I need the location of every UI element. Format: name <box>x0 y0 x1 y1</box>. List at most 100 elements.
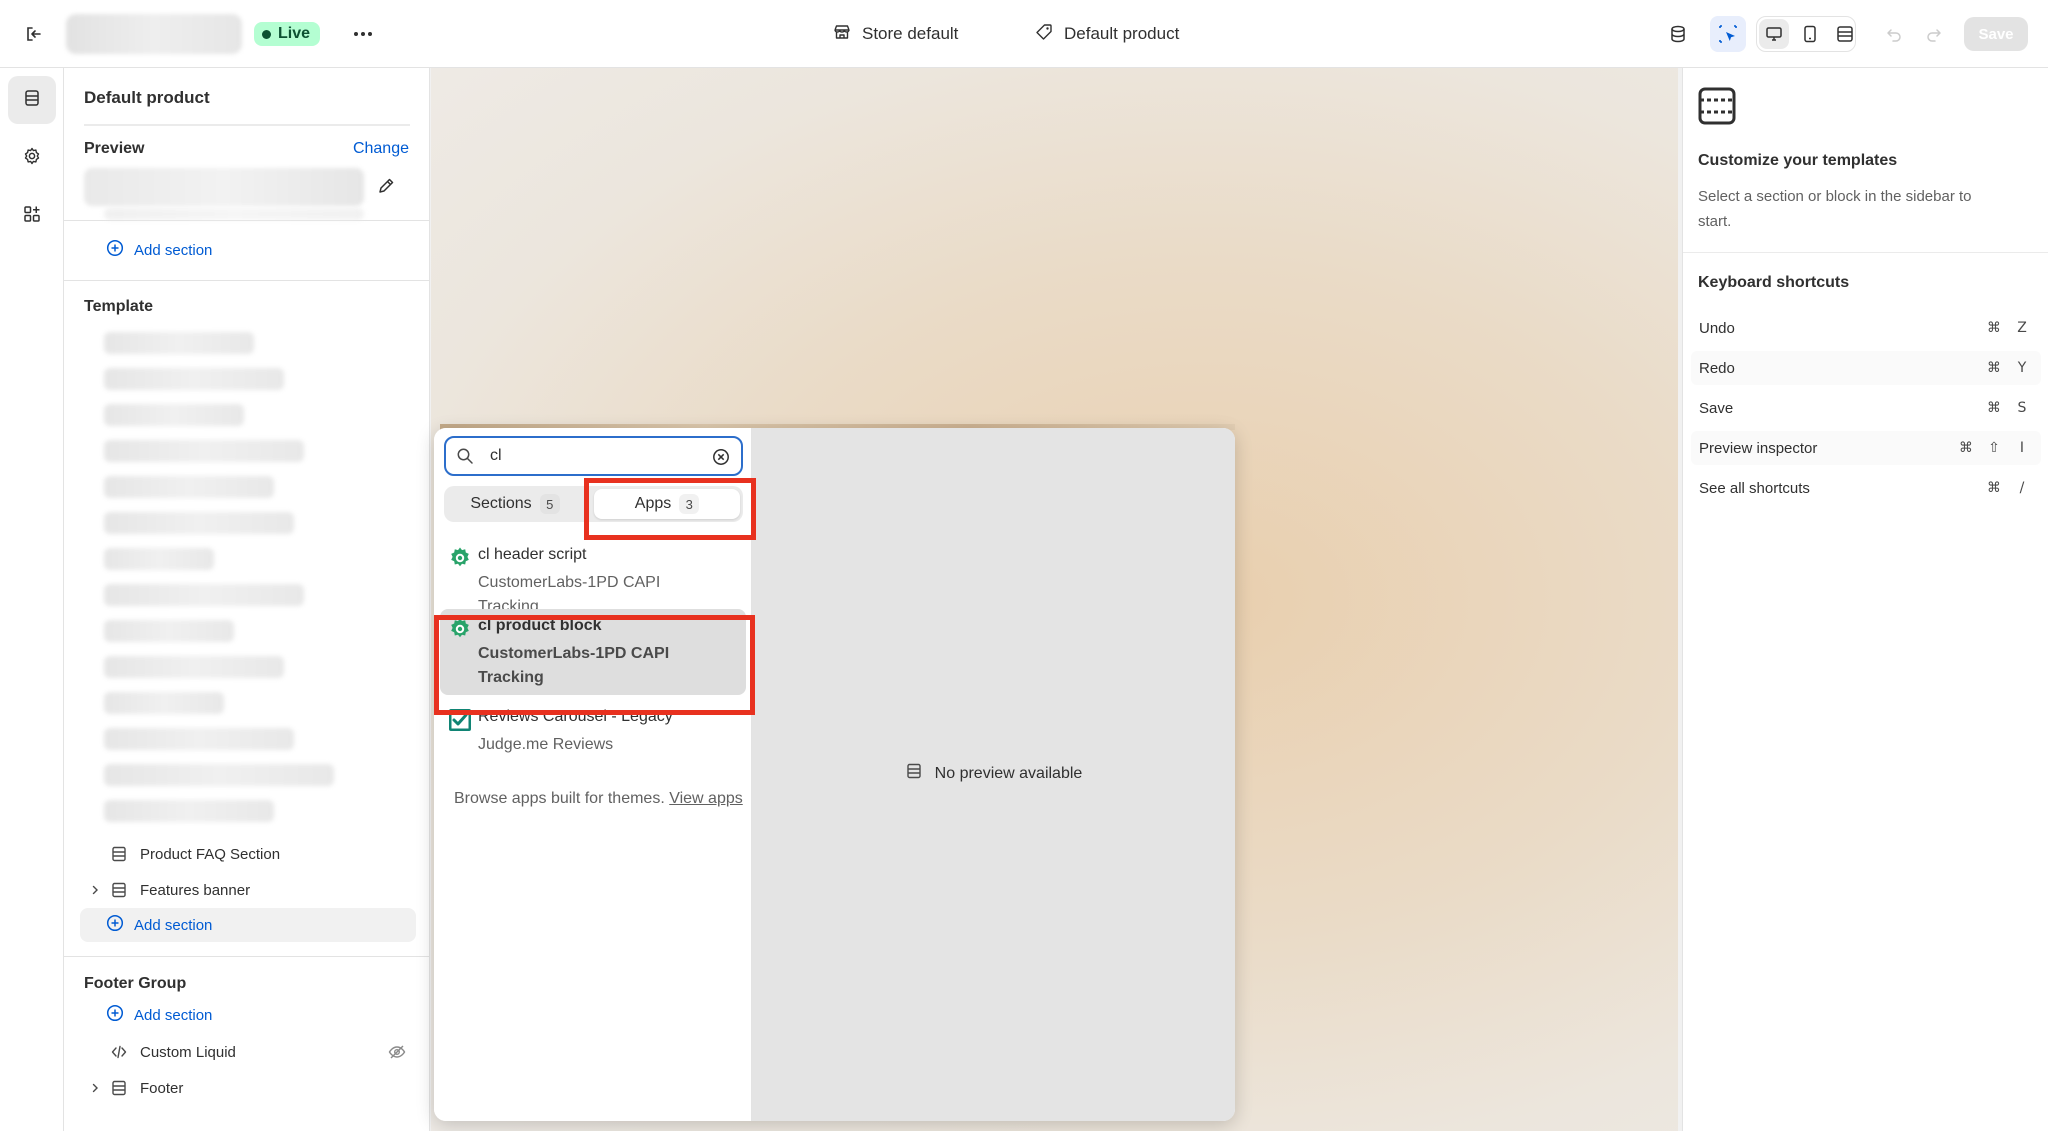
blurred-row[interactable] <box>104 584 304 606</box>
store-context-selector[interactable]: Store default <box>832 20 958 48</box>
template-item-label: Features banner <box>140 881 251 899</box>
blurred-row[interactable] <box>104 764 334 786</box>
code-icon <box>106 1043 132 1061</box>
add-section-template-button[interactable]: Add section <box>106 911 212 939</box>
tab-label: Sections <box>470 495 532 512</box>
shortcut-row-preview-inspector: Preview inspector ⌘ ⇧ I <box>1691 431 2041 465</box>
view-apps-link[interactable]: View apps <box>669 790 743 807</box>
undo-icon[interactable] <box>1878 18 1910 50</box>
template-item-label: Product FAQ Section <box>140 845 281 863</box>
search-input[interactable] <box>490 444 690 468</box>
plus-circle-icon <box>106 239 124 261</box>
sections-sidebar: Default product Preview Change Add secti… <box>64 68 430 1131</box>
template-sections-icon <box>1697 86 1737 126</box>
more-actions-button[interactable] <box>346 18 380 50</box>
sections-nav-button[interactable] <box>8 76 56 124</box>
shortcut-label: Undo <box>1699 319 1735 337</box>
gear-badge-icon <box>448 546 472 570</box>
app-title: Reviews Carousel - Legacy <box>478 708 673 725</box>
template-item-product-faq[interactable]: Product FAQ Section <box>84 840 280 868</box>
shortcut-row-see-all[interactable]: See all shortcuts ⌘ / <box>1691 471 2041 505</box>
left-rail <box>0 68 64 1131</box>
browse-apps-text: Browse apps built for themes. View apps <box>454 786 744 811</box>
shortcut-row-save: Save ⌘ S <box>1691 391 2041 425</box>
divider <box>64 280 429 281</box>
store-icon <box>832 22 852 47</box>
footer-item-footer[interactable]: Footer <box>84 1074 183 1102</box>
judgeme-icon <box>448 708 472 732</box>
fullwidth-view-icon[interactable] <box>1830 19 1860 49</box>
shortcut-row-undo: Undo ⌘ Z <box>1691 311 2041 345</box>
app-embeds-nav-button[interactable] <box>8 192 56 240</box>
eye-hidden-icon[interactable] <box>386 1041 408 1063</box>
divider <box>64 220 429 221</box>
picker-tabs: Sections 5 Apps 3 <box>444 486 743 522</box>
mobile-view-icon[interactable] <box>1795 19 1825 49</box>
plus-circle-icon <box>106 1004 124 1026</box>
section-icon <box>106 881 132 899</box>
shortcuts-title: Keyboard shortcuts <box>1698 274 1850 291</box>
tab-sections[interactable]: Sections 5 <box>448 489 582 519</box>
blurred-row[interactable] <box>104 440 304 462</box>
footer-group-title: Footer Group <box>84 975 187 992</box>
inspector-toggle-icon[interactable] <box>1710 16 1746 52</box>
template-context-label: Default product <box>1064 24 1180 43</box>
add-section-header-button[interactable]: Add section <box>106 236 212 264</box>
blurred-row[interactable] <box>104 548 214 570</box>
footer-item-custom-liquid[interactable]: Custom Liquid <box>84 1038 236 1066</box>
section-icon <box>905 762 923 785</box>
section-icon <box>106 845 132 863</box>
tag-icon <box>1034 22 1054 47</box>
tab-apps[interactable]: Apps 3 <box>594 489 740 519</box>
gear-badge-icon <box>448 617 472 641</box>
chevron-right-icon[interactable] <box>84 885 106 895</box>
shortcut-label: See all shortcuts <box>1699 479 1810 497</box>
app-block-item-selected[interactable]: cl product block CustomerLabs-1PD CAPI T… <box>440 609 746 695</box>
picker-preview-pane: No preview available <box>752 428 1235 1121</box>
tab-count-badge: 3 <box>679 494 700 514</box>
app-title: cl header script <box>478 546 587 563</box>
blurred-row[interactable] <box>104 512 294 534</box>
live-badge: Live <box>254 22 321 46</box>
plus-circle-icon <box>106 914 124 936</box>
blurred-row[interactable] <box>104 728 294 750</box>
store-name-blurred[interactable] <box>66 14 242 54</box>
blurred-row[interactable] <box>104 620 234 642</box>
chevron-right-icon[interactable] <box>84 1083 106 1093</box>
shortcut-key: S <box>2017 400 2027 416</box>
pencil-icon[interactable] <box>374 174 398 198</box>
shortcut-label: Redo <box>1699 359 1735 377</box>
shortcut-key: ⌘ <box>1987 320 2001 336</box>
blurred-row[interactable] <box>104 656 284 678</box>
tab-label: Apps <box>634 495 672 512</box>
clear-search-icon[interactable] <box>711 447 731 467</box>
blurred-row[interactable] <box>104 476 274 498</box>
shortcut-key: ⇧ <box>1988 440 2000 456</box>
shortcut-key: / <box>2019 480 2025 496</box>
database-icon[interactable] <box>1662 18 1694 50</box>
save-button[interactable]: Save <box>1964 17 2028 51</box>
section-icon <box>106 1079 132 1097</box>
add-section-picker: Sections 5 Apps 3 cl header script Custo… <box>434 428 1235 1121</box>
blurred-row[interactable] <box>104 692 224 714</box>
store-context-label: Store default <box>862 24 959 43</box>
blurred-row[interactable] <box>104 800 274 822</box>
gear-icon <box>22 146 42 171</box>
blurred-row[interactable] <box>104 368 284 390</box>
change-preview-link[interactable]: Change <box>353 140 409 158</box>
more-horizontal-icon <box>354 32 372 36</box>
shortcut-key: ⌘ <box>1987 400 2001 416</box>
exit-icon[interactable] <box>18 18 50 50</box>
desktop-view-icon[interactable] <box>1759 19 1789 49</box>
template-context-selector[interactable]: Default product <box>1034 20 1179 48</box>
template-item-features-banner[interactable]: Features banner <box>84 876 250 904</box>
blurred-row[interactable] <box>104 332 254 354</box>
add-section-label: Add section <box>134 241 213 259</box>
app-block-item[interactable]: Reviews Carousel - Legacy Judge.me Revie… <box>440 700 746 764</box>
redo-icon[interactable] <box>1918 18 1950 50</box>
search-field[interactable] <box>444 436 743 476</box>
add-section-footer-button[interactable]: Add section <box>106 1001 212 1029</box>
panel-title: Customize your templates <box>1698 152 1898 169</box>
blurred-row[interactable] <box>104 404 244 426</box>
theme-settings-nav-button[interactable] <box>8 134 56 182</box>
